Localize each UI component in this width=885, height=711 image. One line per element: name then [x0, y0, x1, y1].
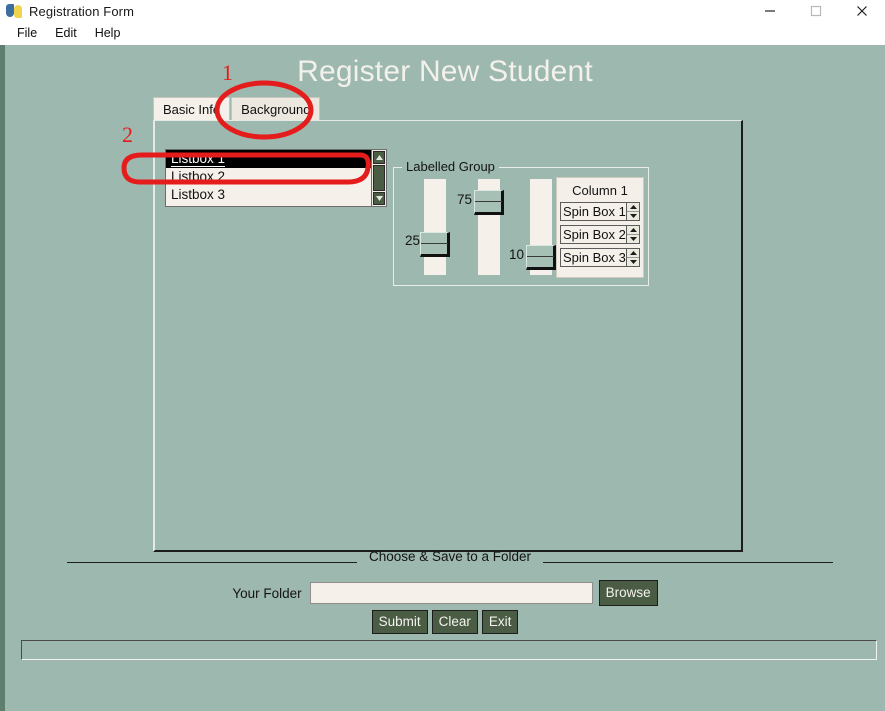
- python-logo-icon: [6, 3, 22, 19]
- spin-column: Column 1 Spin Box 1 Spin Box 2 Spin Box …: [556, 177, 644, 278]
- spin-box-2-value: Spin Box 2: [563, 227, 626, 242]
- slider-1-thumb[interactable]: [420, 232, 450, 257]
- list-item-label: Listbox 1: [171, 151, 226, 167]
- listbox[interactable]: Listbox 1 Listbox 2 Listbox 3: [165, 149, 371, 207]
- action-button-row: Submit Clear Exit: [5, 610, 885, 634]
- spin-down-arrow-icon[interactable]: [627, 212, 639, 220]
- submit-button[interactable]: Submit: [371, 610, 428, 634]
- list-item[interactable]: Listbox 3: [166, 186, 371, 204]
- browse-button[interactable]: Browse: [598, 580, 658, 606]
- minimize-icon[interactable]: [747, 0, 793, 22]
- window-controls: [747, 0, 885, 22]
- labelled-group: Labelled Group 25 75 10 Column 1 Spin Bo…: [393, 159, 649, 286]
- list-item[interactable]: Listbox 1: [166, 150, 371, 168]
- spin-down-arrow-icon[interactable]: [627, 258, 639, 266]
- annotation-number-2: 2: [122, 122, 133, 147]
- tab-panel-background: Listbox 1 Listbox 2 Listbox 3 Labelled G…: [153, 120, 743, 552]
- scroll-up-arrow-icon[interactable]: [373, 151, 385, 164]
- spin-up-arrow-icon[interactable]: [627, 249, 639, 258]
- folder-separator: Choose & Save to a Folder: [5, 549, 885, 570]
- clear-button[interactable]: Clear: [431, 610, 478, 634]
- separator-line-right: [543, 562, 833, 563]
- list-item-label: Listbox 2: [171, 169, 226, 184]
- folder-input[interactable]: [309, 582, 593, 604]
- spin-up-arrow-icon[interactable]: [627, 203, 639, 212]
- separator-line-left: [67, 562, 357, 563]
- spin-box-3-arrows[interactable]: [626, 249, 639, 266]
- folder-field-label: Your Folder: [232, 585, 302, 601]
- list-item[interactable]: Listbox 2: [166, 168, 371, 186]
- close-icon[interactable]: [839, 0, 885, 22]
- menu-item-help[interactable]: Help: [86, 24, 130, 43]
- spin-box-2[interactable]: Spin Box 2: [560, 225, 640, 244]
- slider-2[interactable]: [474, 179, 504, 275]
- annotation-number-1: 1: [222, 60, 233, 85]
- folder-separator-label: Choose & Save to a Folder: [368, 549, 532, 564]
- slider-1[interactable]: [420, 179, 450, 275]
- spin-box-1-arrows[interactable]: [626, 203, 639, 220]
- status-bar: [21, 640, 877, 660]
- exit-button[interactable]: Exit: [481, 610, 519, 634]
- page-title: Register New Student: [297, 55, 593, 88]
- window-title-bar: Registration Form: [0, 0, 885, 22]
- slider-2-thumb[interactable]: [474, 190, 504, 215]
- slider-3-value: 10: [508, 247, 524, 262]
- spin-column-header: Column 1: [572, 183, 628, 198]
- labelled-group-legend: Labelled Group: [402, 159, 499, 174]
- slider-1-value: 25: [404, 233, 420, 248]
- tab-background[interactable]: Background: [231, 97, 321, 121]
- menu-item-edit[interactable]: Edit: [46, 24, 86, 43]
- slider-3[interactable]: [526, 179, 556, 275]
- spin-box-2-arrows[interactable]: [626, 226, 639, 243]
- window-title: Registration Form: [29, 3, 135, 19]
- listbox-scrollbar[interactable]: [371, 149, 387, 207]
- slider-3-thumb[interactable]: [526, 245, 556, 270]
- spin-box-1[interactable]: Spin Box 1: [560, 202, 640, 221]
- maximize-icon[interactable]: [793, 0, 839, 22]
- slider-2-value: 75: [456, 192, 472, 207]
- spin-down-arrow-icon[interactable]: [627, 235, 639, 243]
- spin-box-3-value: Spin Box 3: [563, 250, 626, 265]
- spin-box-1-value: Spin Box 1: [563, 204, 626, 219]
- scrollbar-thumb[interactable]: [373, 165, 385, 191]
- tab-strip: Basic Info Background: [153, 97, 321, 121]
- folder-row: Your Folder Browse: [5, 580, 885, 606]
- list-item-label: Listbox 3: [171, 187, 226, 202]
- scroll-down-arrow-icon[interactable]: [373, 192, 385, 205]
- spin-box-3[interactable]: Spin Box 3: [560, 248, 640, 267]
- spin-up-arrow-icon[interactable]: [627, 226, 639, 235]
- tab-basic-info[interactable]: Basic Info: [153, 97, 231, 121]
- menu-bar: File Edit Help: [0, 22, 885, 45]
- listbox-container: Listbox 1 Listbox 2 Listbox 3: [165, 149, 387, 207]
- menu-item-file[interactable]: File: [8, 24, 46, 43]
